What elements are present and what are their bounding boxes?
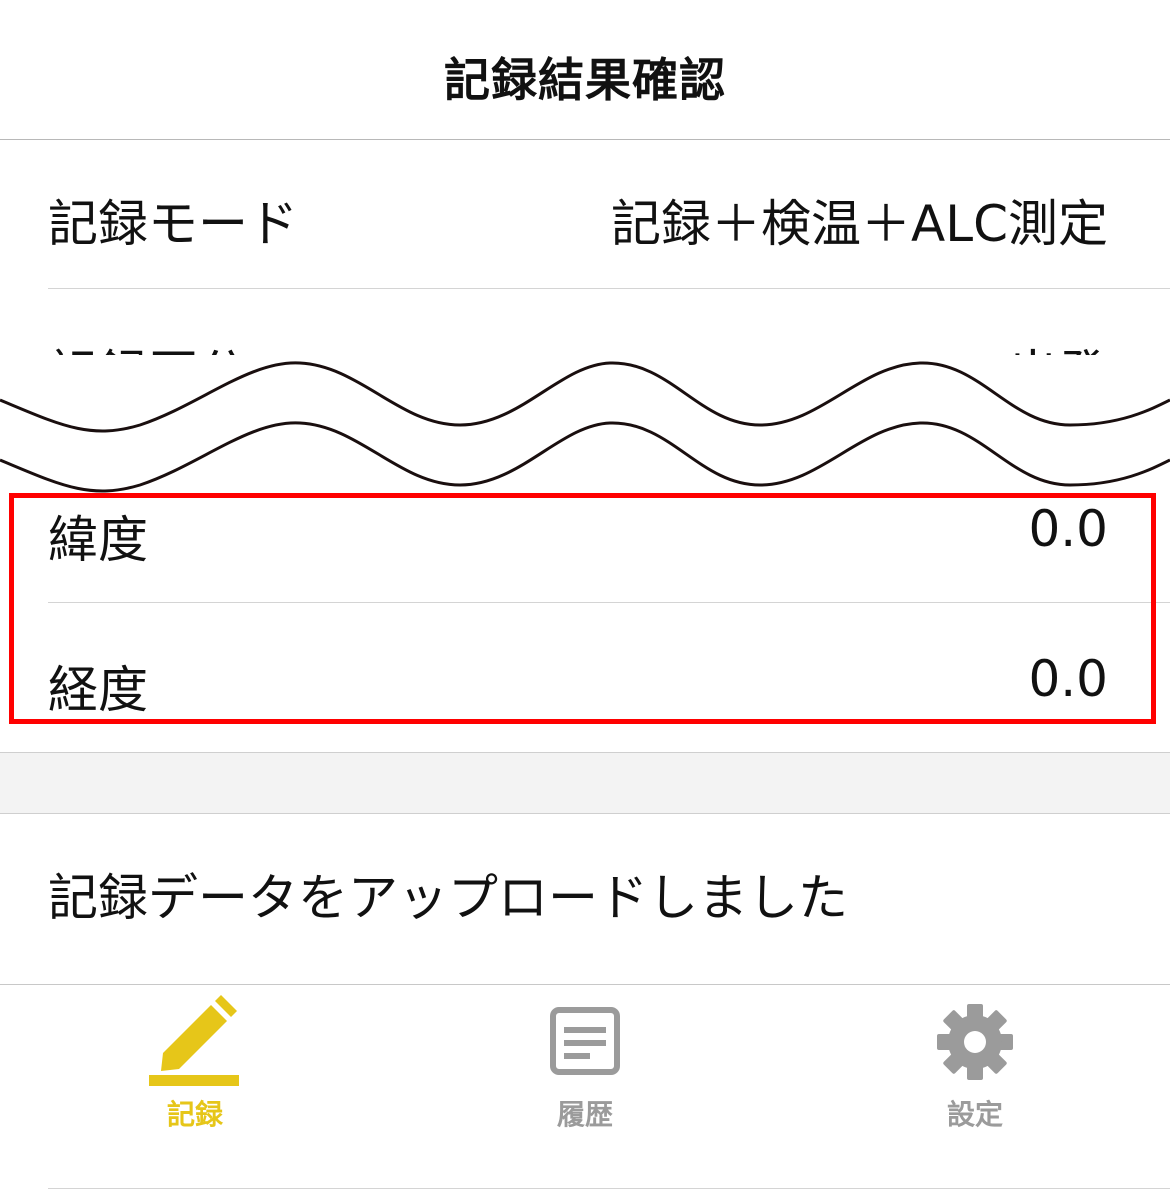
section-divider: [0, 813, 1170, 814]
tab-history[interactable]: 履歴: [390, 985, 780, 1145]
section-gap: [0, 753, 1170, 813]
row-record-mode: 記録モード 記録＋検温＋ALC測定: [48, 184, 1108, 253]
highlight-frame: [9, 493, 1156, 724]
nav-header: 記録結果確認: [0, 0, 1170, 140]
page-title: 記録結果確認: [444, 53, 726, 107]
document-icon: [550, 1007, 620, 1079]
gear-icon: [936, 1003, 1014, 1085]
record-mode-label: 記録モード: [48, 195, 298, 253]
tab-record-label: 記録: [166, 1098, 223, 1131]
tab-settings-label: 設定: [946, 1098, 1003, 1131]
tab-record[interactable]: 記録: [0, 985, 390, 1145]
tab-bar: 記録 履歴 設定: [0, 984, 1170, 1193]
tab-settings[interactable]: 設定: [780, 985, 1170, 1145]
tab-history-label: 履歴: [556, 1098, 613, 1131]
upload-status-message: 記録データをアップロードしました: [48, 858, 1108, 927]
wave-cut-mark: [0, 355, 1170, 495]
upload-message-text: 記録データをアップロードしました: [48, 869, 848, 927]
pencil-icon: [147, 995, 243, 1091]
row-divider: [48, 288, 1170, 289]
bottom-divider: [48, 1188, 1170, 1189]
record-mode-value: 記録＋検温＋ALC測定: [611, 195, 1108, 253]
